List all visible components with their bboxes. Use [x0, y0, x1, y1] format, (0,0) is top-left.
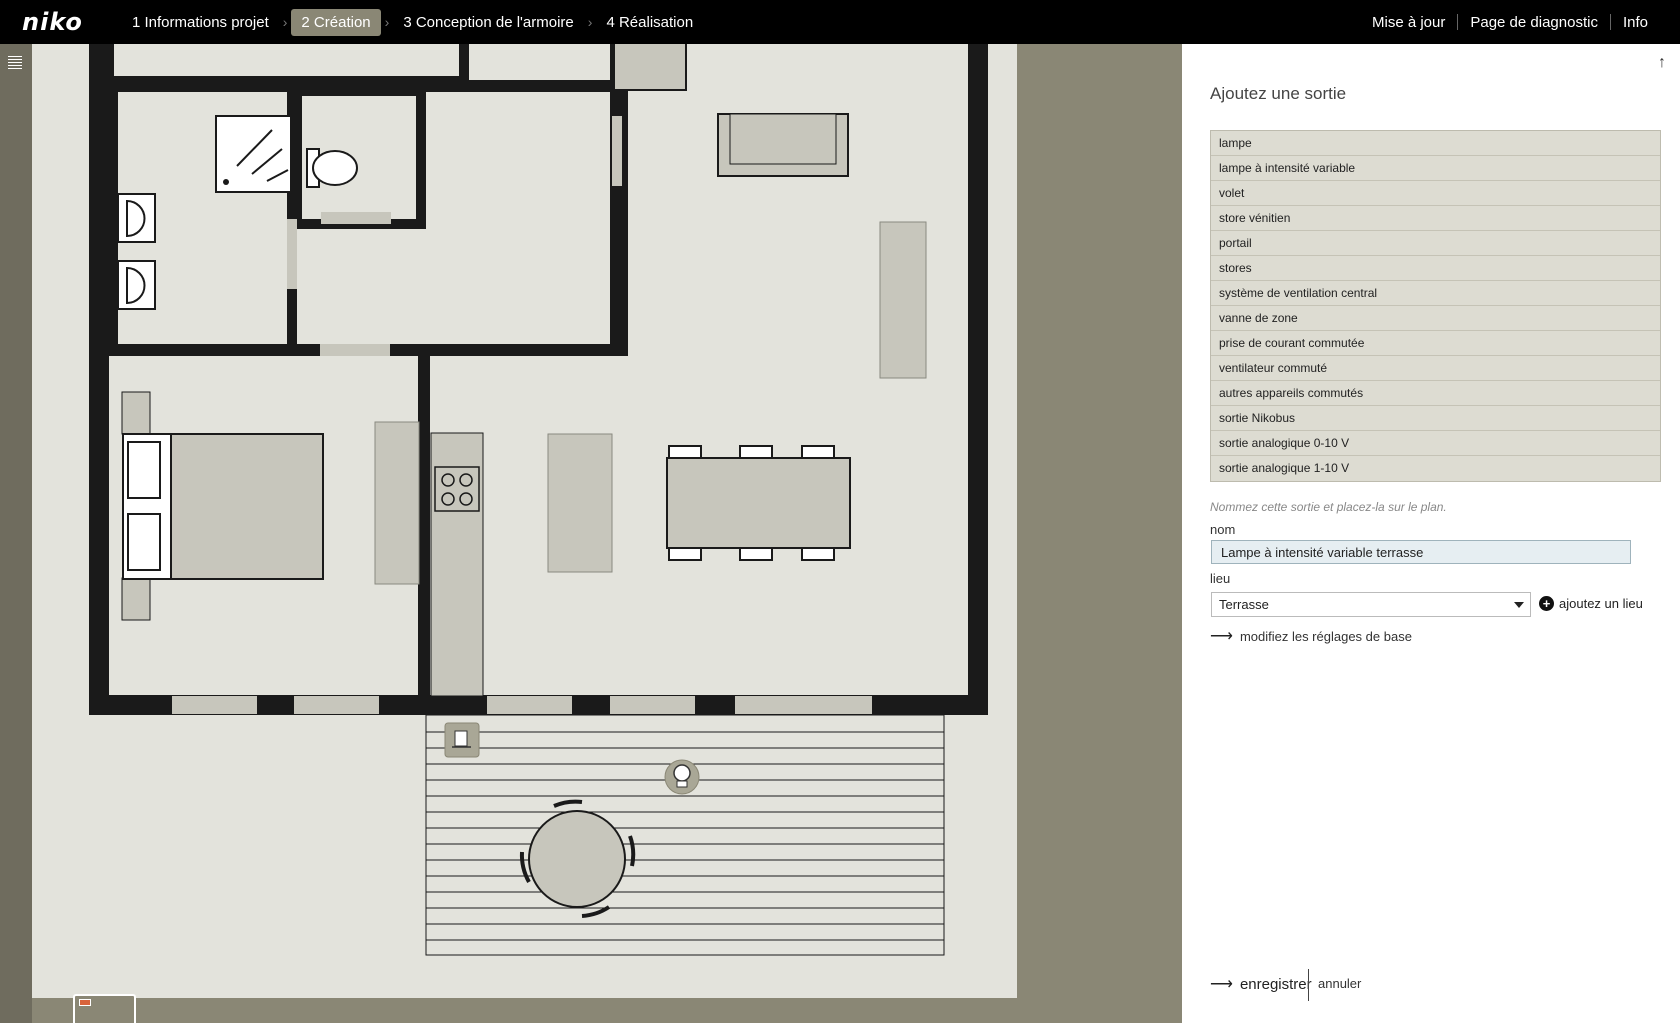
cabinet: [879, 221, 927, 379]
minimap[interactable]: [73, 994, 136, 1023]
diagnostic-link[interactable]: Page de diagnostic: [1458, 14, 1610, 31]
menu-icon[interactable]: [8, 56, 22, 72]
plus-icon: +: [1539, 596, 1554, 611]
top-bar: niko 1 Informations projet › 2 Création …: [0, 0, 1680, 44]
panel-title: Ajoutez une sortie: [1210, 84, 1347, 103]
step-informations-projet[interactable]: 1 Informations projet: [122, 9, 279, 36]
door: [320, 344, 390, 356]
nom-label: nom: [1210, 522, 1236, 537]
door: [612, 116, 622, 186]
wardrobe: [374, 421, 420, 585]
cancel-button[interactable]: annuler: [1318, 976, 1361, 991]
add-output-panel: ↑ Ajoutez une sortie lampe lampe à inten…: [1182, 44, 1680, 1023]
window: [294, 696, 379, 714]
window: [610, 696, 695, 714]
scroll-up-icon[interactable]: ↑: [1658, 54, 1666, 72]
lieu-label: lieu: [1210, 571, 1231, 586]
location-select-value: Terrasse: [1219, 597, 1269, 612]
floor-plan-canvas[interactable]: [32, 44, 1182, 1023]
update-link[interactable]: Mise à jour: [1360, 14, 1457, 31]
nightstand: [121, 577, 151, 621]
output-item-ventilateur[interactable]: ventilateur commuté: [1211, 356, 1660, 381]
output-item-ventilation[interactable]: système de ventilation central: [1211, 281, 1660, 306]
add-location-label: ajoutez un lieu: [1559, 596, 1643, 611]
window: [172, 696, 257, 714]
output-item-autres[interactable]: autres appareils commutés: [1211, 381, 1660, 406]
step-realisation[interactable]: 4 Réalisation: [596, 9, 703, 36]
output-item-analog-1-10[interactable]: sortie analogique 1-10 V: [1211, 456, 1660, 481]
step-conception-armoire[interactable]: 3 Conception de l'armoire: [393, 9, 583, 36]
divider: [1308, 969, 1309, 1001]
arrow-right-icon: ⟶: [1210, 628, 1233, 645]
door: [287, 219, 297, 289]
top-links: Mise à jour Page de diagnostic Info: [1360, 14, 1660, 31]
terrace-deck: [425, 714, 945, 956]
base-settings-label: modifiez les réglages de base: [1239, 628, 1412, 644]
floor-plan: [32, 44, 1017, 998]
armchair: [613, 44, 687, 91]
info-link[interactable]: Info: [1611, 14, 1660, 31]
door: [321, 212, 391, 224]
wall-segment: [104, 44, 469, 86]
step-creation[interactable]: 2 Création: [291, 8, 381, 36]
hint-text: Nommez cette sortie et placez-la sur le …: [1210, 500, 1447, 514]
output-item-nikobus[interactable]: sortie Nikobus: [1211, 406, 1660, 431]
output-type-list: lampe lampe à intensité variable volet s…: [1210, 130, 1661, 482]
chevron-right-icon: ›: [587, 14, 593, 30]
kitchen-island: [547, 433, 613, 573]
location-select[interactable]: Terrasse: [1211, 592, 1531, 617]
output-item-vanne[interactable]: vanne de zone: [1211, 306, 1660, 331]
output-item-volet[interactable]: volet: [1211, 181, 1660, 206]
output-item-dimmer[interactable]: lampe à intensité variable: [1211, 156, 1660, 181]
window: [735, 696, 872, 714]
niko-logo: niko: [22, 8, 83, 36]
nightstand: [121, 391, 151, 435]
add-location-button[interactable]: + ajoutez un lieu: [1539, 596, 1643, 611]
cooktop: [434, 466, 480, 512]
arrow-right-icon: ⟶: [1210, 976, 1233, 993]
output-item-stores[interactable]: stores: [1211, 256, 1660, 281]
chevron-right-icon: ›: [282, 14, 288, 30]
name-input[interactable]: [1211, 540, 1631, 564]
output-item-portail[interactable]: portail: [1211, 231, 1660, 256]
output-item-store-venitien[interactable]: store vénitien: [1211, 206, 1660, 231]
left-toolbar: [0, 44, 32, 1023]
output-item-prise[interactable]: prise de courant commutée: [1211, 331, 1660, 356]
window: [487, 696, 572, 714]
caret-down-icon: [1514, 602, 1524, 608]
base-settings-link[interactable]: ⟶ modifiez les réglages de base: [1210, 626, 1412, 646]
save-button[interactable]: ⟶ enregistrer: [1210, 974, 1312, 994]
wall-switch-icon: [444, 722, 480, 758]
dining-table: [666, 457, 851, 549]
save-label: enregistrer: [1239, 975, 1312, 993]
dimmer-lamp-icon: [664, 759, 700, 795]
chevron-right-icon: ›: [384, 14, 390, 30]
output-item-analog-0-10[interactable]: sortie analogique 0-10 V: [1211, 431, 1660, 456]
output-item-lampe[interactable]: lampe: [1211, 131, 1660, 156]
minimap-viewport-marker: [79, 999, 91, 1006]
